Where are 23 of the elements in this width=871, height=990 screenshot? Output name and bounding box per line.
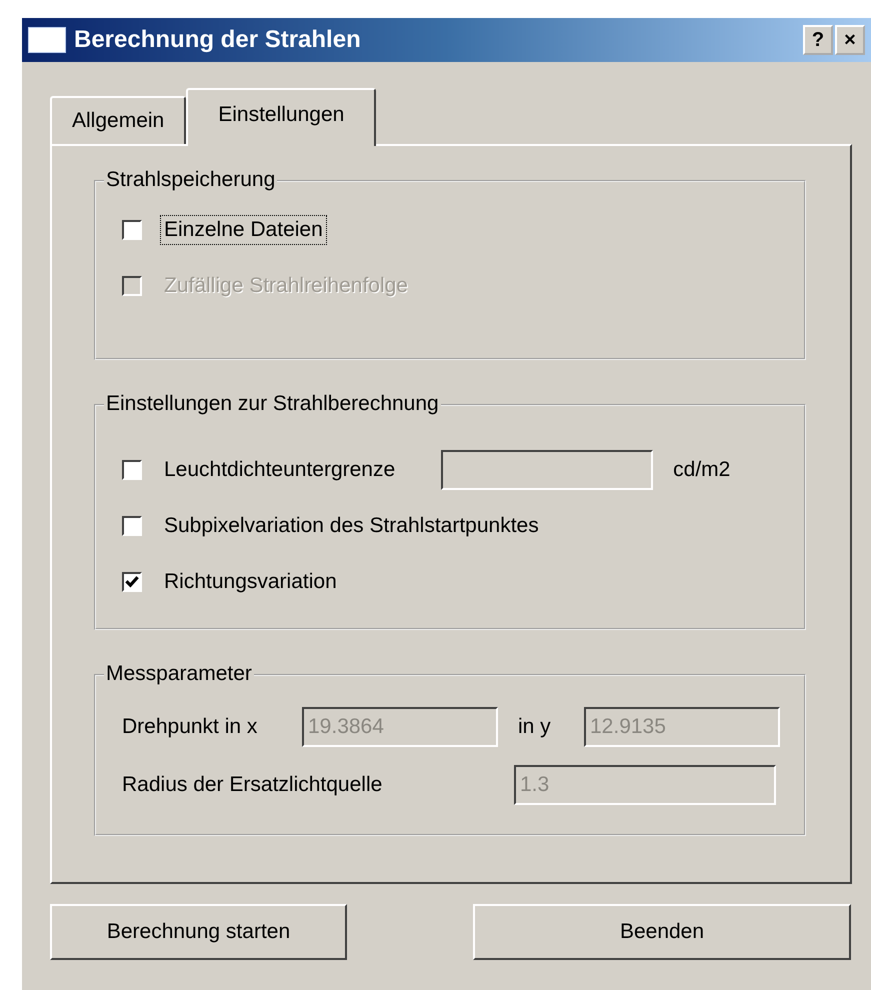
tab[interactable]: Allgemein <box>50 96 186 144</box>
dialog-button[interactable]: Berechnung starten <box>50 904 347 960</box>
group-title: Einstellungen zur Strahlberechnung <box>104 392 441 416</box>
checkbox[interactable] <box>122 460 142 480</box>
field-label: Radius der Ersatzlichtquelle <box>122 773 384 797</box>
checkbox[interactable] <box>122 572 142 592</box>
field-label: in y <box>517 715 552 739</box>
unit-label: cd/m2 <box>673 458 730 482</box>
checkbox-label[interactable]: Subpixelvariation des Strahlstartpunktes <box>160 511 543 541</box>
checkbox-label[interactable]: Einzelne Dateien <box>160 215 327 245</box>
window-icon <box>28 27 66 53</box>
group-title: Strahlspeicherung <box>104 168 278 192</box>
checkbox[interactable] <box>122 516 142 536</box>
close-button[interactable]: × <box>835 25 865 55</box>
tab[interactable]: Einstellungen <box>186 88 376 146</box>
checkbox-label[interactable]: Richtungsvariation <box>160 567 341 597</box>
dialog-button[interactable]: Beenden <box>473 904 851 960</box>
field-label: Drehpunkt in x <box>122 715 258 739</box>
help-button[interactable]: ? <box>803 25 833 55</box>
window-title: Berechnung der Strahlen <box>74 26 362 54</box>
checkbox-label[interactable]: Leuchtdichteuntergrenze <box>160 455 400 485</box>
input-field[interactable] <box>441 450 654 490</box>
checkbox[interactable] <box>122 220 142 240</box>
